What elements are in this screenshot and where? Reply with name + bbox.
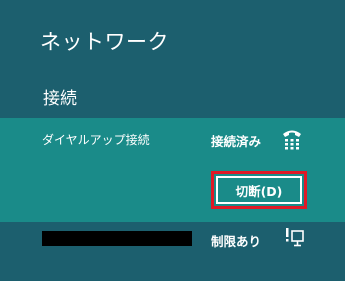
network-limited-icon (286, 228, 304, 247)
panel-title: ネットワーク (40, 30, 169, 54)
connection-status: 接続済み (211, 134, 262, 149)
dialup-phone-icon (283, 130, 301, 150)
disconnect-button[interactable]: 切断(D) (211, 171, 307, 209)
redacted-network-name[interactable] (42, 231, 192, 246)
disconnect-button-label: 切断(D) (216, 176, 302, 204)
network-status: 制限あり (211, 234, 262, 249)
connection-name: ダイヤルアップ接続 (42, 133, 150, 147)
section-label: 接続 (43, 89, 77, 109)
